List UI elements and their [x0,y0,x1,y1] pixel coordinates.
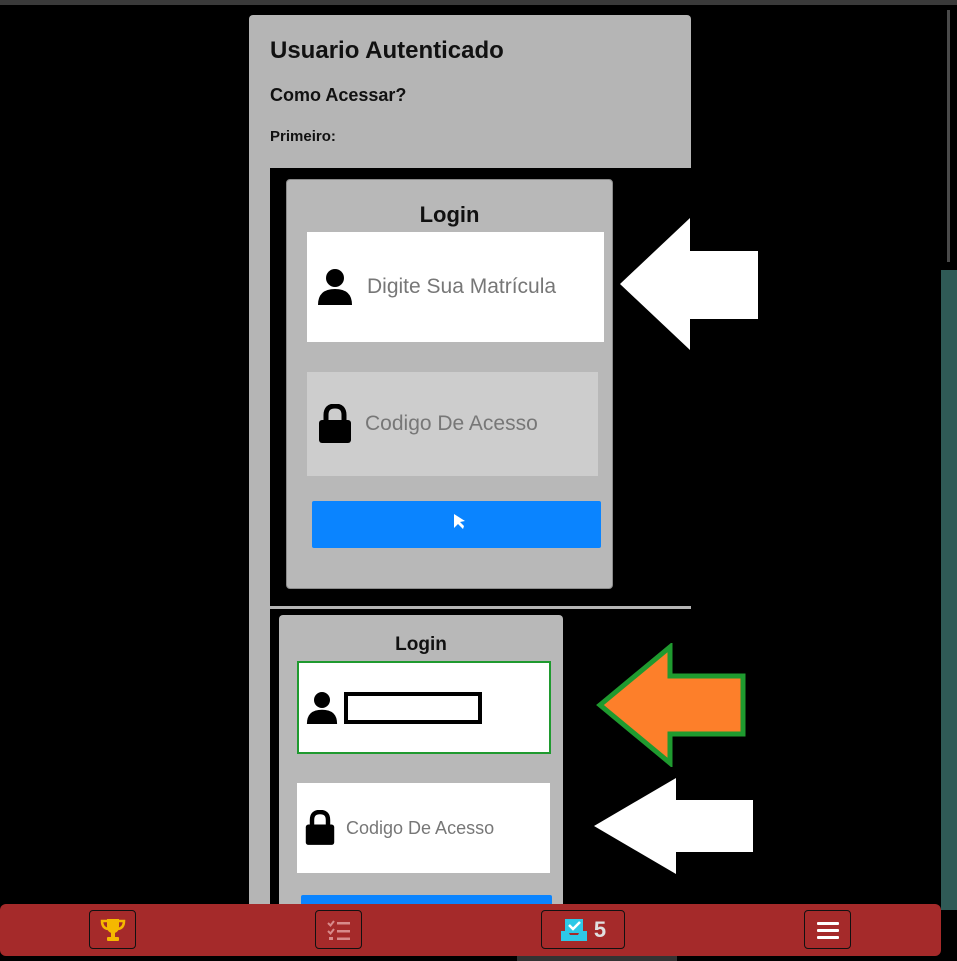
arrow-left-icon-2 [594,778,753,874]
inbox-count-badge: 5 [593,916,607,942]
login-screenshot-2: Login Codigo De Acesso [279,615,563,925]
window-top-border [0,0,957,5]
instructions-card: Usuario Autenticado Como Acessar? Primei… [249,15,691,168]
step-label: Primeiro: [270,128,336,145]
arrow-left-icon [620,218,758,350]
menu-button[interactable] [804,910,851,949]
achievements-button[interactable] [89,910,136,949]
bottom-edge-stub [517,956,677,961]
matricula-field-highlighted [297,661,551,754]
scrollbar-thumb[interactable] [941,270,957,910]
page-title: Usuario Autenticado [270,37,504,64]
bottom-nav-bar: 5 [0,904,941,956]
card-left-border [249,168,270,904]
user-icon [318,269,352,305]
login-screenshot-1: Login Digite Sua Matrícula Codigo De Ace… [286,179,613,589]
inbox-button[interactable]: 5 [541,910,625,949]
login-button-image [312,501,601,548]
codigo-field: Codigo De Acesso [307,372,598,476]
codigo-placeholder-2: Codigo De Acesso [346,817,495,838]
tasks-button[interactable] [315,910,362,949]
codigo-placeholder: Codigo De Acesso [365,412,538,435]
scrollbar-upper[interactable] [947,10,950,262]
section-title: Como Acessar? [270,85,407,105]
matricula-field: Digite Sua Matrícula [307,232,604,342]
image-divider [270,606,691,609]
lock-icon [319,404,351,443]
login-title: Login [419,202,480,227]
lock-icon [305,810,335,845]
user-icon [306,691,338,724]
codigo-field-2: Codigo De Acesso [297,783,550,873]
trophy-icon [100,918,125,941]
checklist-icon [326,919,350,940]
matricula-placeholder: Digite Sua Matrícula [367,275,557,298]
login-title-2: Login [395,634,447,655]
inbox-check-icon [560,918,587,941]
highlight-arrow-left-icon [596,643,746,767]
cursor-icon [454,514,465,529]
hamburger-menu-icon [816,921,839,939]
redacted-input-box [344,691,482,724]
